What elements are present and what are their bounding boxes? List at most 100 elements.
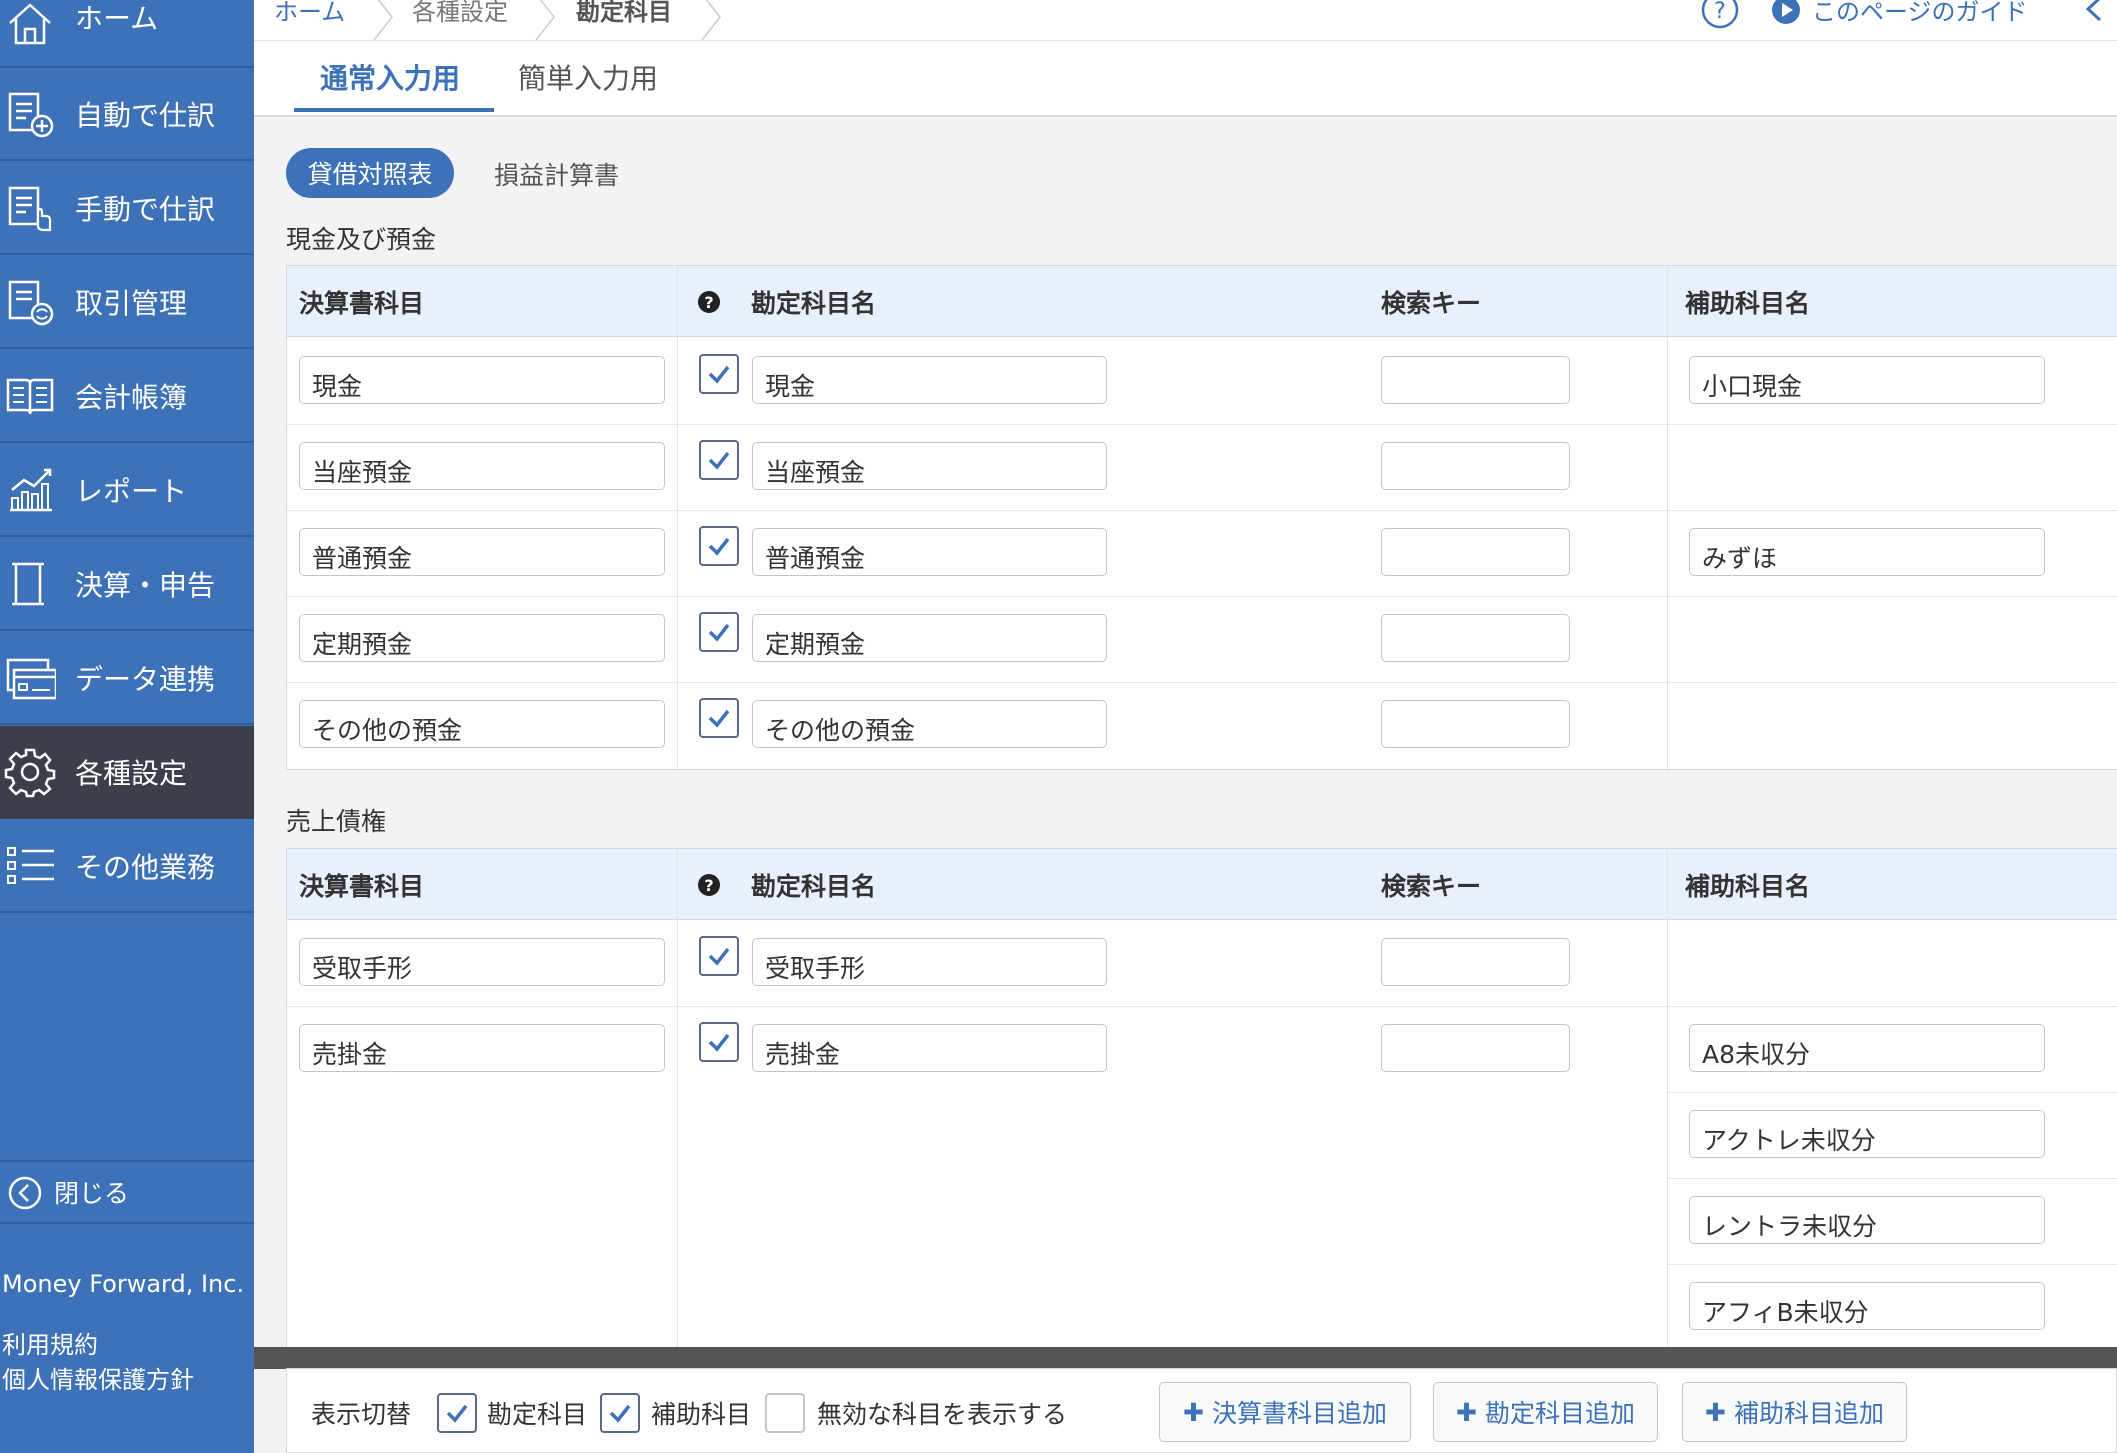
plus-icon: ✚	[1705, 1397, 1726, 1427]
account-table-receivables: 決算書科目 ? 勘定科目名 検索キー 補助科目名 受取手形 受取手形 売掛金 売…	[286, 848, 2117, 1369]
breadcrumb-settings[interactable]: 各種設定	[412, 0, 508, 27]
chevron-left-circle-icon	[8, 1176, 42, 1210]
account-enabled-checkbox[interactable]	[699, 354, 739, 394]
add-sub-account-button[interactable]: ✚ 補助科目追加	[1682, 1382, 1907, 1442]
tab-balance-sheet[interactable]: 貸借対照表	[286, 148, 454, 198]
account-name-input[interactable]: 定期預金	[752, 614, 1107, 662]
sub-account-input[interactable]: 小口現金	[1689, 356, 2045, 404]
search-key-input[interactable]	[1381, 938, 1570, 986]
account-enabled-checkbox[interactable]	[699, 698, 739, 738]
page-guide-link[interactable]: このページのガイド	[1812, 0, 2028, 27]
show-inactive-checkbox[interactable]	[765, 1393, 805, 1433]
section-title: 売上債権	[286, 807, 387, 836]
terms-link[interactable]: 利用規約	[2, 1325, 98, 1360]
search-key-input[interactable]	[1381, 700, 1570, 748]
svg-text:?: ?	[704, 293, 713, 312]
sub-account-input[interactable]: レントラ未収分	[1689, 1196, 2045, 1244]
statement-input[interactable]: 売掛金	[299, 1024, 665, 1072]
account-enabled-checkbox[interactable]	[699, 440, 739, 480]
transaction-icon	[8, 280, 54, 326]
close-label: 閉じる	[54, 1179, 130, 1208]
sidebar-item-data-link[interactable]: データ連携	[0, 632, 254, 725]
privacy-link[interactable]: 個人情報保護方針	[2, 1360, 194, 1395]
show-account-checkbox[interactable]	[437, 1393, 477, 1433]
display-toggle-label: 表示切替	[311, 1400, 412, 1429]
search-key-input[interactable]	[1381, 356, 1570, 404]
plus-icon: ✚	[1456, 1397, 1477, 1427]
show-account-label: 勘定科目	[487, 1400, 588, 1429]
show-sub-account-label: 補助科目	[651, 1400, 752, 1429]
sidebar-item-settings[interactable]: 各種設定	[0, 726, 254, 819]
search-key-input[interactable]	[1381, 1024, 1570, 1072]
sidebar-item-label: その他業務	[75, 850, 216, 884]
play-guide-icon[interactable]	[1770, 0, 1802, 26]
sidebar-item-auto-journal[interactable]: 自動で仕訳	[0, 68, 254, 161]
account-enabled-checkbox[interactable]	[699, 612, 739, 652]
help-icon[interactable]: ?	[1700, 0, 1740, 32]
statement-input[interactable]: その他の預金	[299, 700, 665, 748]
sidebar-item-report[interactable]: レポート	[0, 444, 254, 537]
search-key-input[interactable]	[1381, 614, 1570, 662]
sidebar-item-label: 取引管理	[75, 286, 188, 320]
col-header-sub-account: 補助科目名	[1685, 289, 1811, 318]
check-icon	[708, 623, 730, 642]
sidebar-item-label: 手動で仕訳	[75, 192, 216, 226]
check-icon	[708, 1033, 730, 1052]
tab-profit-loss[interactable]: 損益計算書	[494, 156, 619, 192]
add-statement-item-button[interactable]: ✚ 決算書科目追加	[1159, 1382, 1411, 1442]
account-name-input[interactable]: 売掛金	[752, 1024, 1107, 1072]
sidebar-item-label: データ連携	[75, 662, 216, 696]
main-content: ホーム 各種設定 勘定科目 ? このページのガイド 通常入力用 簡単入力用 貸借…	[254, 0, 2117, 1453]
home-icon	[9, 3, 51, 45]
col-header-account: 勘定科目名	[751, 289, 877, 318]
ledger-book-icon	[6, 378, 54, 415]
bottom-toolbar: 表示切替 勘定科目 補助科目 無効な科目を表示する ✚ 決算書科目追加 ✚ 勘定科目…	[286, 1368, 2117, 1453]
add-account-button[interactable]: ✚ 勘定科目追加	[1433, 1382, 1658, 1442]
sidebar-item-home[interactable]: ホーム	[0, 0, 254, 68]
sidebar-item-manual-journal[interactable]: 手動で仕訳	[0, 162, 254, 255]
tab-normal-input[interactable]: 通常入力用	[320, 57, 460, 97]
sidebar-item-transactions[interactable]: 取引管理	[0, 256, 254, 349]
sidebar-item-label: 決算・申告	[75, 568, 216, 602]
question-circle-icon[interactable]: ?	[697, 873, 721, 897]
sub-account-input[interactable]: アクトレ未収分	[1689, 1110, 2045, 1158]
statement-input[interactable]: 定期預金	[299, 614, 665, 662]
question-circle-icon[interactable]: ?	[697, 290, 721, 314]
statement-input[interactable]: 当座預金	[299, 442, 665, 490]
sub-account-input[interactable]: みずほ	[1689, 528, 2045, 576]
breadcrumb-home[interactable]: ホーム	[274, 0, 345, 27]
tab-simple-input[interactable]: 簡単入力用	[518, 57, 658, 97]
statement-input[interactable]: 受取手形	[299, 938, 665, 986]
show-sub-account-checkbox[interactable]	[600, 1393, 640, 1433]
sidebar-item-other[interactable]: その他業務	[0, 820, 254, 913]
table-header: 決算書科目 ? 勘定科目名 検索キー 補助科目名	[287, 849, 2117, 920]
settlement-icon	[12, 562, 44, 606]
sidebar-close-button[interactable]: 閉じる	[0, 1160, 254, 1224]
account-enabled-checkbox[interactable]	[699, 526, 739, 566]
search-key-input[interactable]	[1381, 528, 1570, 576]
data-link-icon	[6, 658, 56, 700]
sidebar-item-settlement[interactable]: 決算・申告	[0, 538, 254, 631]
account-name-input[interactable]: 当座預金	[752, 442, 1107, 490]
account-name-input[interactable]: その他の預金	[752, 700, 1107, 748]
statement-input[interactable]: 普通預金	[299, 528, 665, 576]
statement-input[interactable]: 現金	[299, 356, 665, 404]
sidebar-item-ledger[interactable]: 会計帳簿	[0, 350, 254, 443]
show-inactive-label: 無効な科目を表示する	[817, 1400, 1068, 1429]
section-title: 現金及び預金	[286, 225, 437, 254]
sidebar-item-label: 自動で仕訳	[75, 98, 216, 132]
check-icon	[708, 365, 730, 384]
breadcrumb-separator-icon	[373, 0, 393, 40]
sub-account-input[interactable]: アフィB未収分	[1689, 1282, 2045, 1330]
account-name-input[interactable]: 受取手形	[752, 938, 1107, 986]
account-name-input[interactable]: 普通預金	[752, 528, 1107, 576]
input-mode-tabs: 通常入力用 簡単入力用	[254, 41, 2117, 117]
svg-text:?: ?	[1714, 0, 1726, 24]
search-key-input[interactable]	[1381, 442, 1570, 490]
account-enabled-checkbox[interactable]	[699, 936, 739, 976]
plus-icon: ✚	[1183, 1397, 1204, 1427]
chevron-left-icon[interactable]	[2082, 0, 2106, 24]
account-name-input[interactable]: 現金	[752, 356, 1107, 404]
account-enabled-checkbox[interactable]	[699, 1022, 739, 1062]
sub-account-input[interactable]: A8未収分	[1689, 1024, 2045, 1072]
